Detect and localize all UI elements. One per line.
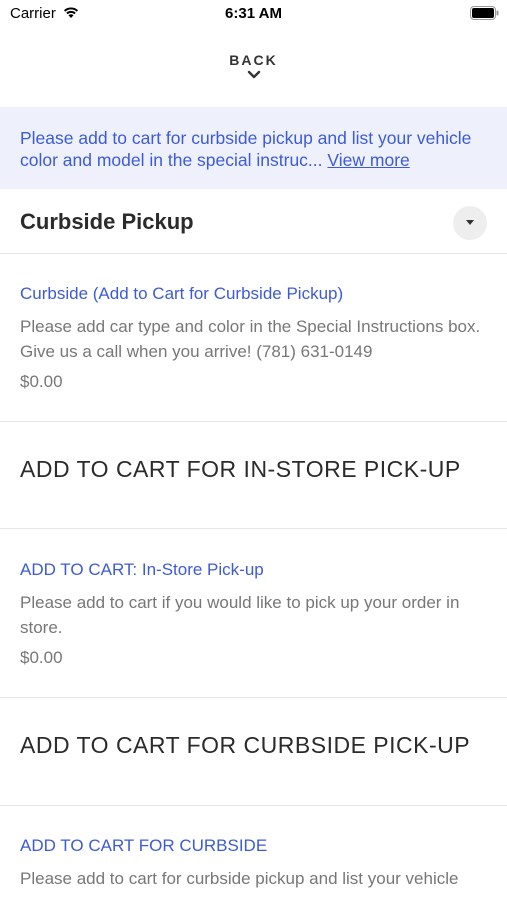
menu-item[interactable]: Curbside (Add to Cart for Curbside Picku… (0, 254, 507, 420)
item-title[interactable]: ADD TO CART FOR CURBSIDE (20, 836, 267, 856)
menu-item[interactable]: ADD TO CART FOR CURBSIDE Please add to c… (0, 806, 507, 900)
divider (0, 697, 507, 698)
banner-message: Please add to cart for curbside pickup a… (20, 127, 490, 171)
divider (0, 421, 507, 422)
status-bar: Carrier 6:31 AM (0, 0, 507, 28)
item-price: $0.00 (20, 372, 63, 391)
menu-item[interactable]: ADD TO CART: In-Store Pick-up Please add… (0, 529, 507, 697)
section-dropdown-button[interactable] (453, 206, 487, 240)
item-description: Please add car type and color in the Spe… (20, 317, 481, 361)
status-time: 6:31 AM (225, 5, 282, 22)
view-more-link[interactable]: View more (327, 150, 409, 170)
battery-icon (470, 6, 499, 20)
info-banner: Please add to cart for curbside pickup a… (0, 107, 507, 189)
item-description: Please add to cart for curbside pickup a… (20, 869, 459, 888)
section-header[interactable]: Curbside Pickup (0, 189, 507, 254)
caret-down-icon (466, 220, 474, 225)
section-title: Curbside Pickup (20, 209, 194, 234)
category-heading: ADD TO CART FOR IN-STORE PICK-UP (20, 456, 461, 482)
back-button[interactable]: BACK (200, 48, 307, 94)
category-heading: ADD TO CART FOR CURBSIDE PICK-UP (20, 732, 471, 758)
item-title[interactable]: Curbside (Add to Cart for Curbside Picku… (20, 284, 343, 304)
back-label: BACK (229, 52, 278, 68)
chevron-down-icon (247, 70, 260, 79)
item-price: $0.00 (20, 648, 63, 667)
item-title[interactable]: ADD TO CART: In-Store Pick-up (20, 560, 264, 580)
item-description: Please add to cart if you would like to … (20, 593, 460, 637)
